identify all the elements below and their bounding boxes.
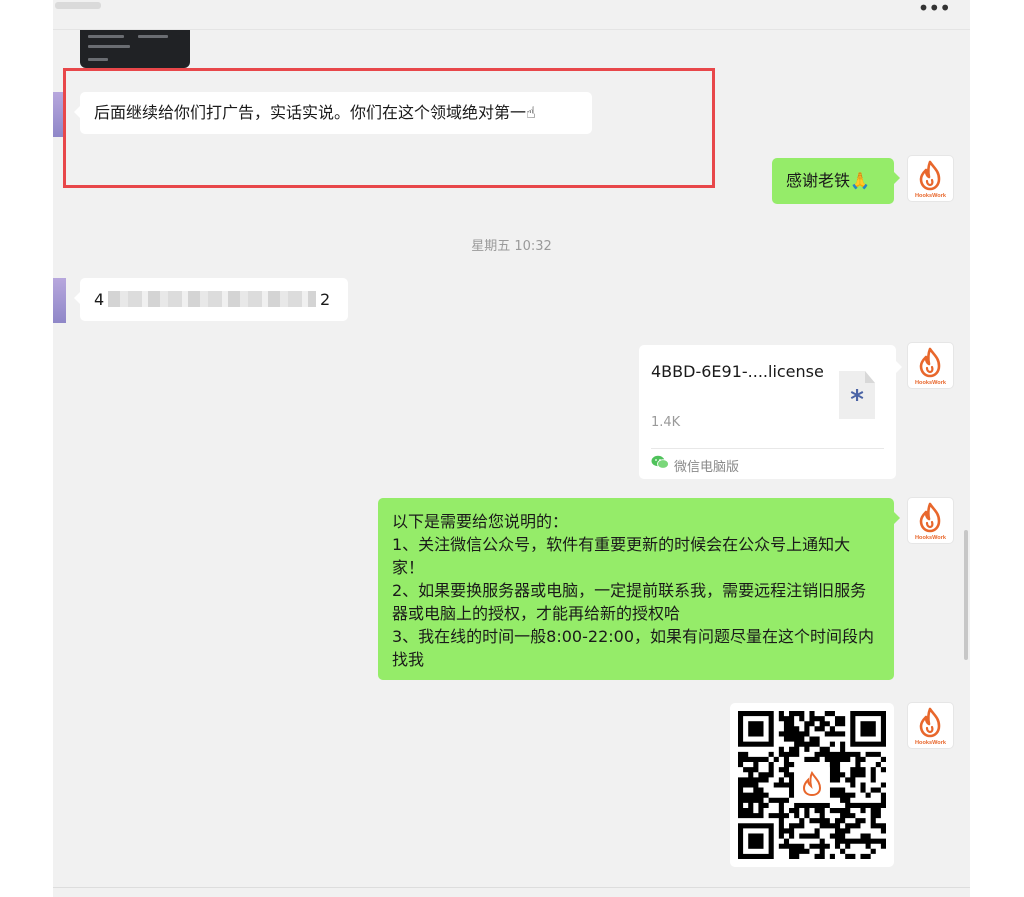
wechat-icon bbox=[651, 455, 669, 469]
file-size: 1.4K bbox=[651, 415, 681, 430]
scrollbar[interactable] bbox=[964, 530, 968, 660]
image-thumbnail[interactable] bbox=[80, 30, 190, 68]
license-file-glyph: * bbox=[850, 385, 864, 415]
file-message-card[interactable]: 4BBD-6E91-....license 1.4K * 微信电脑版 bbox=[639, 345, 902, 479]
svg-text:HooksWork: HooksWork bbox=[915, 535, 947, 541]
divider bbox=[651, 448, 884, 449]
qr-finder-pattern bbox=[738, 711, 774, 747]
message-timestamp: 星期五 10:32 bbox=[471, 239, 552, 254]
redacted-content bbox=[108, 291, 316, 307]
file-source-label: 微信电脑版 bbox=[674, 460, 740, 475]
message-bubble-incoming[interactable]: 4 2 bbox=[74, 278, 348, 321]
blurred-title bbox=[55, 2, 101, 9]
message-text-start: 4 bbox=[94, 290, 105, 309]
hookswork-avatar[interactable]: HooksWork bbox=[908, 343, 953, 388]
message-text: 感谢老铁🙏 bbox=[786, 171, 870, 190]
flame-logo-icon: HooksWork bbox=[915, 160, 947, 199]
hookswork-avatar[interactable]: HooksWork bbox=[908, 156, 953, 201]
divider bbox=[53, 887, 970, 888]
flame-logo-icon: HooksWork bbox=[915, 502, 947, 541]
more-horizontal-icon[interactable]: ••• bbox=[918, 0, 951, 20]
highlight-annotation-box bbox=[63, 68, 715, 188]
message-text-end: 2 bbox=[320, 290, 331, 309]
notice-line: 2、如果要换服务器或电脑，一定提前联系我，需要远程注销旧服务器或电脑上的授权，才… bbox=[392, 581, 867, 623]
svg-text:HooksWork: HooksWork bbox=[915, 740, 947, 746]
flame-logo-icon: HooksWork bbox=[915, 707, 947, 746]
hookswork-avatar[interactable]: HooksWork bbox=[908, 498, 953, 543]
notice-line: 1、关注微信公众号，软件有重要更新的时候会在公众号上通知大家！ bbox=[392, 535, 851, 577]
hookswork-avatar[interactable]: HooksWork bbox=[908, 703, 953, 748]
qr-code-image-message[interactable] bbox=[730, 703, 894, 867]
svg-text:HooksWork: HooksWork bbox=[915, 193, 947, 199]
message-bubble-outgoing[interactable]: 以下是需要给您说明的： 1、关注微信公众号，软件有重要更新的时候会在公众号上通知… bbox=[378, 498, 900, 680]
qr-code-icon bbox=[738, 711, 886, 859]
file-name: 4BBD-6E91-....license bbox=[651, 362, 824, 381]
flame-logo-icon: HooksWork bbox=[915, 347, 947, 386]
message-bubble-outgoing[interactable]: 感谢老铁🙏 bbox=[772, 158, 900, 204]
chat-window: ••• 后面继续给你们打广告，实话实说。你们在这个领域绝对第一☝ 感谢老铁🙏 H… bbox=[53, 0, 970, 897]
notice-line: 以下是需要给您说明的： bbox=[392, 512, 569, 531]
svg-text:HooksWork: HooksWork bbox=[915, 380, 947, 386]
chat-header: ••• bbox=[53, 0, 970, 30]
qr-finder-pattern bbox=[738, 823, 774, 859]
qr-finder-pattern bbox=[850, 711, 886, 747]
notice-line: 3、我在线的时间一般8:00-22:00，如果有问题尽量在这个时间段内找我 bbox=[392, 627, 874, 669]
contact-avatar[interactable] bbox=[53, 278, 66, 323]
